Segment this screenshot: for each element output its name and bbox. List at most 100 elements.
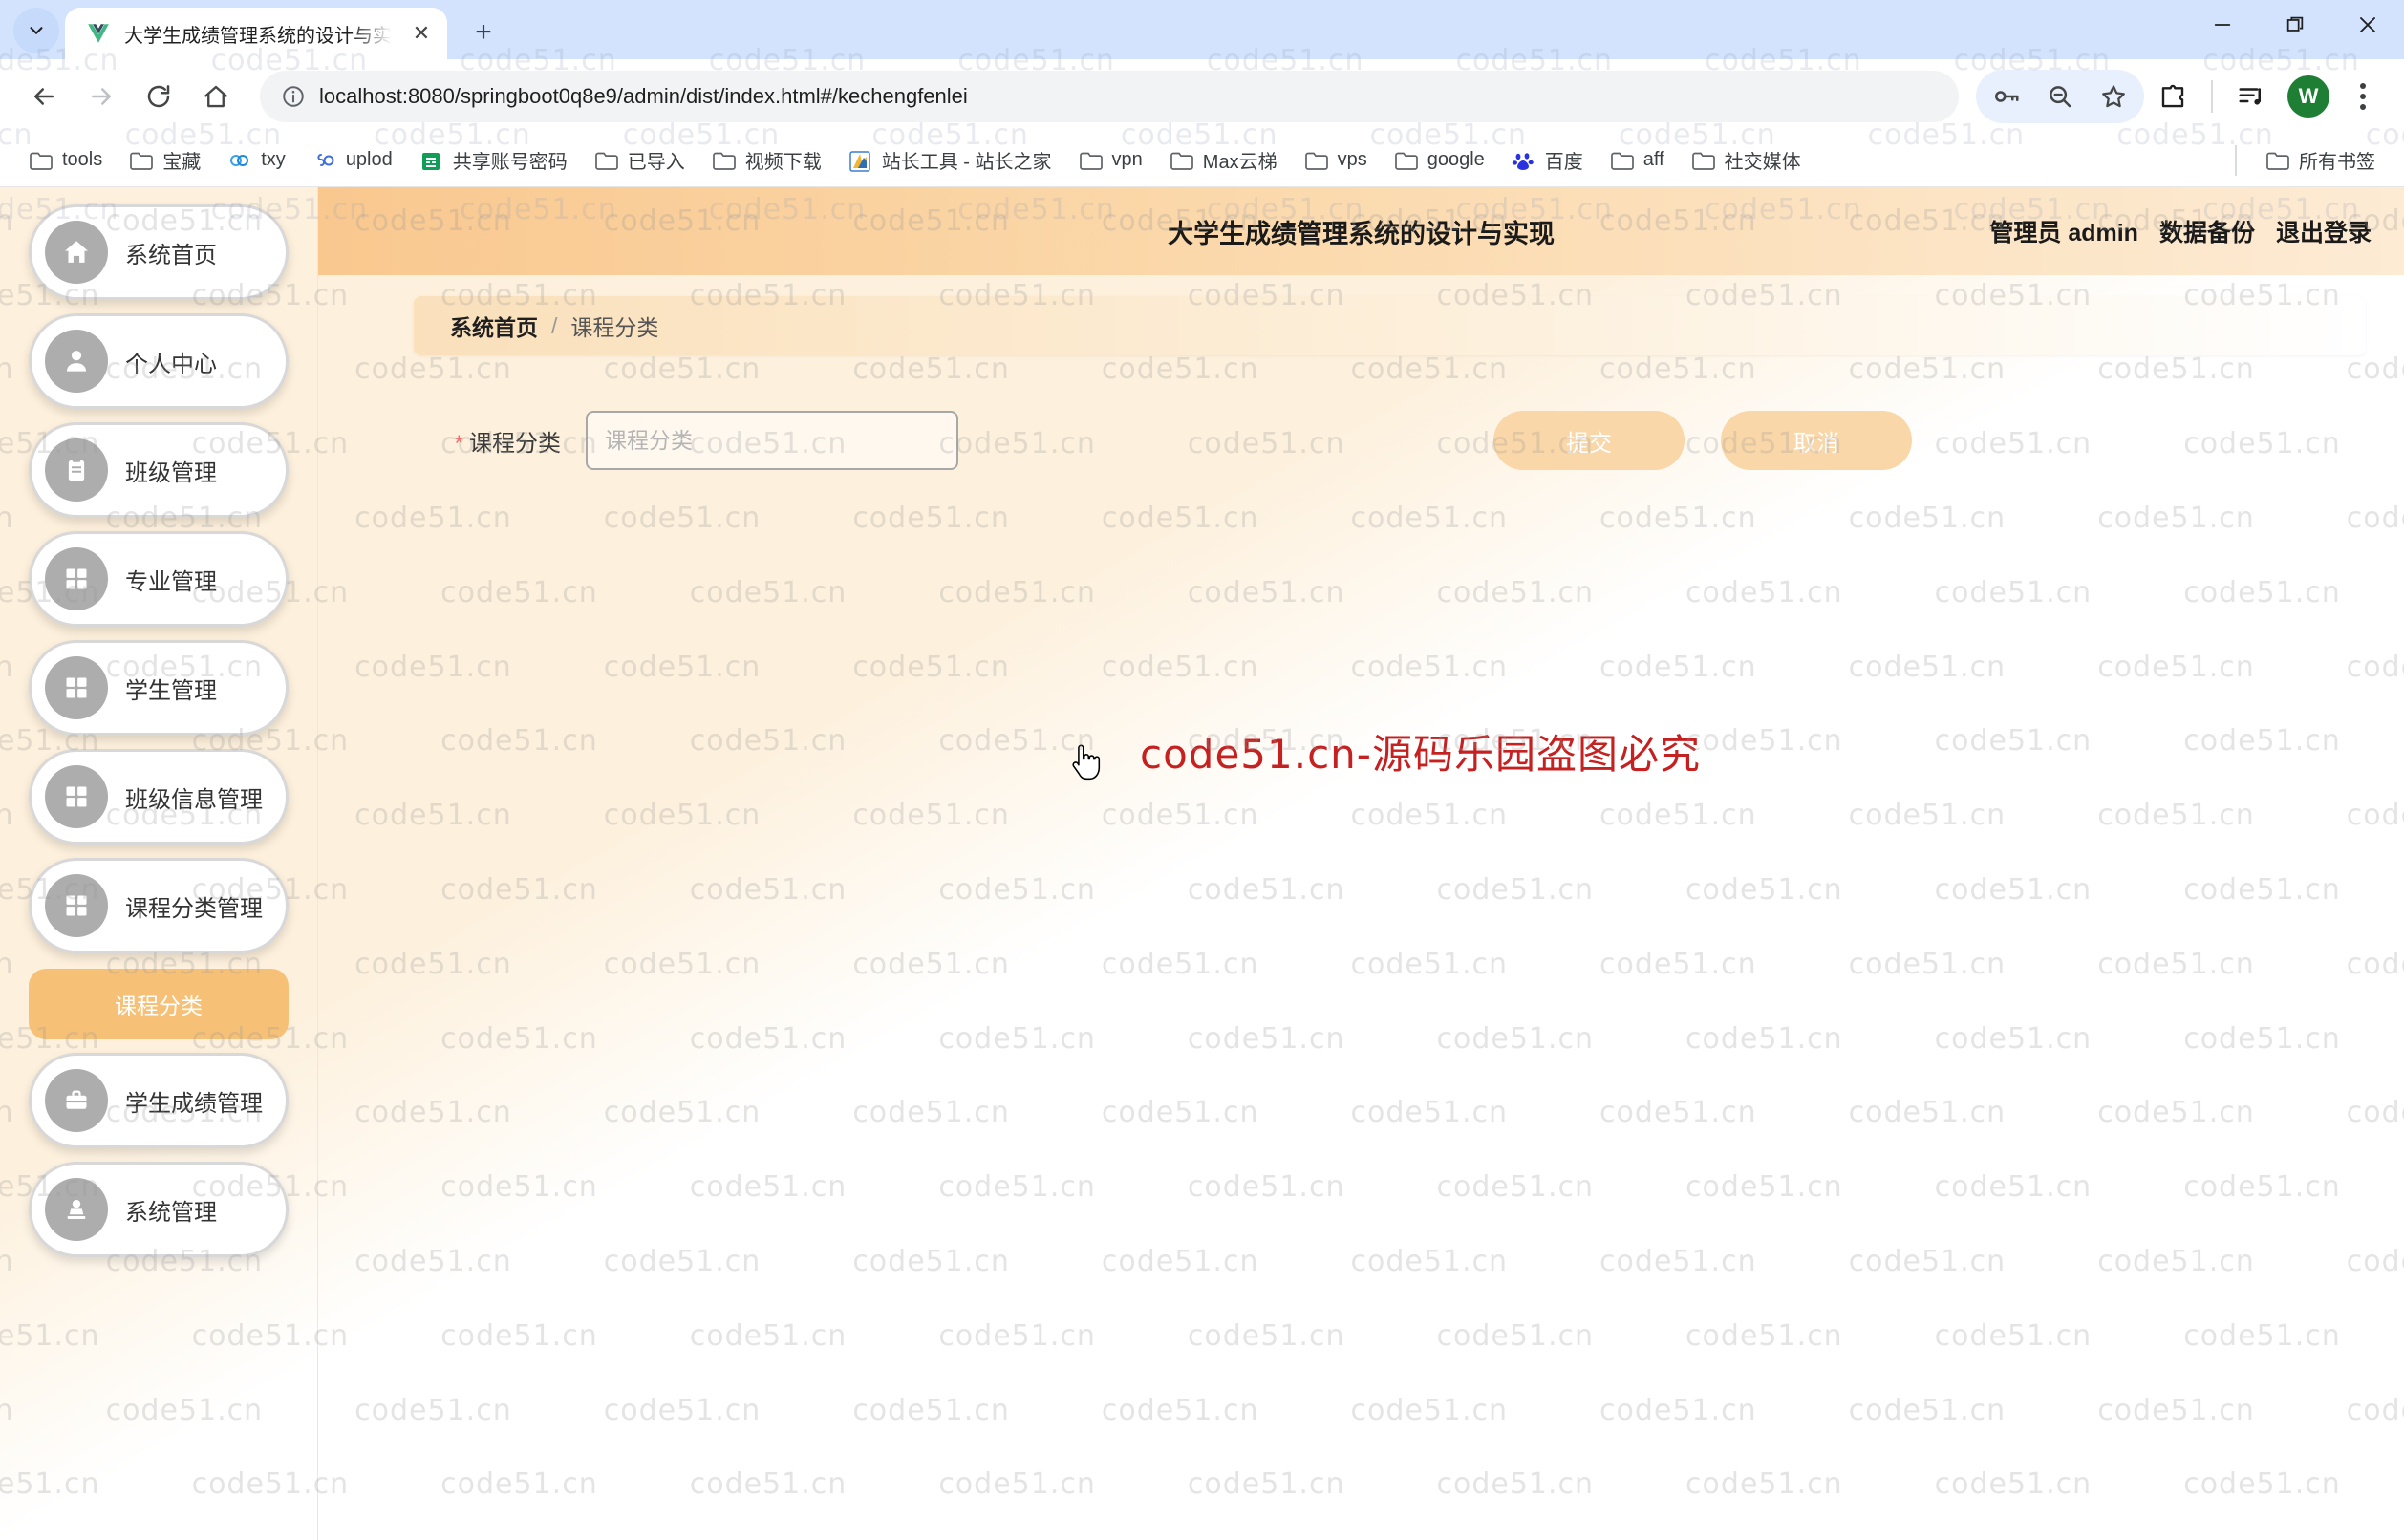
- logout-button[interactable]: 退出登录: [2276, 214, 2372, 248]
- bookmark-label: 所有书签: [2299, 152, 2375, 173]
- form-field-label-text: 课程分类: [469, 430, 561, 457]
- bookmark-chinaz[interactable]: 站长工具 - 站长之家: [837, 140, 1063, 180]
- breadcrumb-root[interactable]: 系统首页: [450, 310, 538, 342]
- form-row-course-category: *课程分类 提交 取消: [318, 411, 2404, 470]
- folder-icon: [1304, 150, 1329, 171]
- sidebar-item-student-grades-management[interactable]: 学生成绩管理: [29, 1053, 289, 1148]
- bookmark-vps[interactable]: vps: [1293, 143, 1379, 177]
- sidebar-item-major-management[interactable]: 专业管理: [29, 531, 289, 627]
- folder-icon: [2265, 150, 2290, 171]
- folder-icon: [1079, 150, 1104, 171]
- bookmark-txy[interactable]: txy: [216, 143, 297, 177]
- bookmark-label: 站长工具 - 站长之家: [881, 152, 1052, 173]
- address-bar[interactable]: localhost:8080/springboot0q8e9/admin/dis…: [260, 71, 1959, 122]
- required-marker: *: [454, 430, 463, 457]
- bookmark-baozang[interactable]: 宝藏: [118, 140, 212, 180]
- current-user-label: 管理员 admin: [1989, 220, 2138, 246]
- sidebar-item-course-category-management[interactable]: 课程分类管理: [29, 858, 289, 953]
- window-controls: [2186, 0, 2404, 59]
- maximize-button[interactable]: [2259, 0, 2331, 50]
- bookmark-baidu[interactable]: 百度: [1500, 140, 1595, 180]
- bookmark-label: 社交媒体: [1724, 152, 1801, 173]
- minimize-button[interactable]: [2186, 0, 2259, 50]
- app-root: 系统首页 个人中心 班级管理 专业管理 学生管理 班级信息管理 课程分类管理 课…: [0, 187, 2404, 1540]
- data-backup-button[interactable]: 数据备份: [2159, 214, 2255, 248]
- close-window-button[interactable]: [2331, 0, 2404, 50]
- puzzle-icon[interactable]: [2146, 70, 2200, 123]
- tab-strip: 大学生成绩管理系统的设计与实 ✕ +: [0, 0, 2404, 59]
- sidebar: 系统首页 个人中心 班级管理 专业管理 学生管理 班级信息管理 课程分类管理 课…: [0, 187, 318, 1540]
- sidebar-item-student-management[interactable]: 学生管理: [29, 640, 289, 736]
- bookmark-label: 百度: [1544, 152, 1583, 173]
- zoom-out-icon[interactable]: [2033, 70, 2087, 123]
- sidebar-item-class-management[interactable]: 班级管理: [29, 422, 289, 518]
- profile-avatar[interactable]: W: [2287, 75, 2329, 118]
- mouse-cursor: [1069, 744, 1102, 787]
- sidebar-item-label: 个人中心: [125, 351, 217, 377]
- key-icon[interactable]: [1980, 70, 2033, 123]
- all-bookmarks-button[interactable]: 所有书签: [2254, 140, 2387, 180]
- browser-tab[interactable]: 大学生成绩管理系统的设计与实 ✕: [65, 8, 447, 59]
- grid-icon: [45, 656, 108, 719]
- info-icon[interactable]: [281, 84, 306, 109]
- bookmark-aff[interactable]: aff: [1599, 143, 1676, 177]
- bookmark-social-media[interactable]: 社交媒体: [1680, 140, 1813, 180]
- tab-search-chevron-icon[interactable]: [13, 8, 59, 53]
- bookmark-label: 已导入: [627, 152, 685, 173]
- cloud-icon: [227, 150, 252, 171]
- sidebar-item-label: 学生管理: [125, 677, 217, 704]
- sidebar-subitem-course-category[interactable]: 课程分类: [29, 969, 289, 1039]
- clipboard-icon: [45, 438, 108, 502]
- baidu-icon: [1512, 150, 1536, 171]
- url-text: localhost:8080/springboot0q8e9/admin/dis…: [319, 84, 968, 108]
- bookmark-tools[interactable]: tools: [17, 143, 114, 177]
- briefcase-icon: [45, 1069, 108, 1132]
- folder-icon: [1691, 150, 1716, 171]
- bookmark-shared-passwords[interactable]: 共享账号密码: [408, 140, 579, 180]
- sidebar-item-label: 班级信息管理: [125, 786, 263, 813]
- app-header: 大学生成绩管理系统的设计与实现 管理员 admin 数据备份 退出登录: [318, 187, 2404, 275]
- sidebar-item-class-info-management[interactable]: 班级信息管理: [29, 749, 289, 845]
- browser-window: 大学生成绩管理系统的设计与实 ✕ + localhost:8080/spring…: [0, 0, 2404, 1540]
- bookmark-google[interactable]: google: [1383, 143, 1496, 177]
- new-tab-button[interactable]: +: [461, 10, 506, 55]
- breadcrumb-separator: /: [551, 312, 558, 338]
- sidebar-item-personal-center[interactable]: 个人中心: [29, 313, 289, 409]
- vue-favicon-icon: [86, 21, 111, 46]
- sidebar-item-home[interactable]: 系统首页: [29, 204, 289, 300]
- bookmark-video-download[interactable]: 视频下载: [700, 140, 833, 180]
- tab-close-icon[interactable]: ✕: [405, 17, 438, 50]
- bookmark-vpn[interactable]: vpn: [1067, 143, 1154, 177]
- bookmark-label: 视频下载: [744, 152, 822, 173]
- back-icon[interactable]: [17, 70, 71, 123]
- grid-icon: [45, 874, 108, 937]
- kebab-menu-icon[interactable]: [2339, 73, 2387, 120]
- forward-icon[interactable]: [75, 70, 128, 123]
- stamp-icon: [45, 1178, 108, 1241]
- header-actions: 管理员 admin 数据备份 退出登录: [1989, 214, 2404, 248]
- sidebar-item-label: 专业管理: [125, 568, 217, 595]
- bookmark-label: google: [1427, 149, 1485, 170]
- sidebar-item-system-management[interactable]: 系统管理: [29, 1162, 289, 1257]
- breadcrumb-wrapper: 系统首页 / 课程分类: [318, 275, 2404, 355]
- reload-icon[interactable]: [132, 70, 185, 123]
- course-category-input[interactable]: [586, 411, 958, 470]
- folder-icon: [1610, 150, 1635, 171]
- sidebar-item-label: 班级管理: [125, 460, 217, 486]
- bookmark-imported[interactable]: 已导入: [583, 140, 697, 180]
- bookmark-label: 共享账号密码: [452, 152, 568, 173]
- breadcrumb: 系统首页 / 课程分类: [414, 296, 2366, 355]
- media-control-icon[interactable]: [2224, 70, 2278, 123]
- bookmark-max-yunti[interactable]: Max云梯: [1158, 140, 1289, 180]
- home-icon[interactable]: [189, 70, 243, 123]
- cancel-button[interactable]: 取消: [1721, 411, 1912, 470]
- submit-button[interactable]: 提交: [1493, 411, 1685, 470]
- folder-icon: [594, 150, 619, 171]
- form-buttons: 提交 取消: [1493, 411, 1912, 470]
- sidebar-menu: 系统首页 个人中心 班级管理 专业管理 学生管理 班级信息管理 课程分类管理 课…: [0, 204, 317, 1257]
- bookmark-uplod[interactable]: uplod: [301, 143, 404, 177]
- folder-icon: [1394, 150, 1419, 171]
- star-icon[interactable]: [2087, 70, 2140, 123]
- sidebar-item-label: 系统管理: [125, 1199, 217, 1226]
- sidebar-item-label: 课程分类管理: [125, 895, 263, 922]
